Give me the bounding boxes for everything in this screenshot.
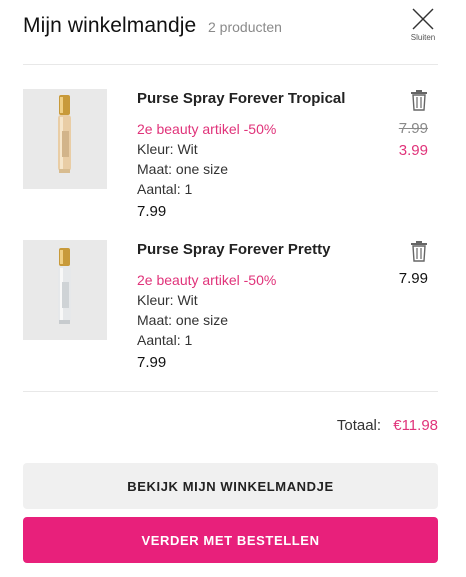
close-label: Sluiten (410, 33, 436, 42)
product-image[interactable] (23, 240, 107, 340)
product-size: Maat: one size (137, 312, 229, 328)
close-button[interactable]: Sluiten (408, 8, 438, 46)
product-quantity: Aantal: 1 (137, 332, 193, 348)
cart-title: Mijn winkelmandje (23, 14, 197, 37)
total-value: €11.98 (393, 417, 438, 434)
product-color: Kleur: Wit (137, 292, 198, 308)
product-name[interactable]: Purse Spray Forever Pretty (137, 240, 367, 260)
cart-item-count: 2 producten (208, 19, 282, 35)
view-cart-button[interactable]: BEKIJK MIJN WINKELMANDJE (23, 463, 438, 509)
item-info: Purse Spray Forever Pretty 2e beauty art… (137, 240, 367, 373)
trash-icon (411, 241, 427, 262)
remove-item-button[interactable] (410, 240, 428, 262)
product-color: Kleur: Wit (137, 141, 198, 157)
promo-text: 2e beauty artikel -50% (137, 121, 277, 137)
perfume-bottle-image (58, 248, 71, 324)
trash-icon (411, 90, 427, 111)
discounted-price: 3.99 (398, 142, 428, 159)
old-price: 7.99 (398, 120, 428, 137)
total-label: Totaal: (336, 417, 382, 434)
product-size: Maat: one size (137, 161, 229, 177)
cart-header: Mijn winkelmandje 2 producten Sluiten (23, 0, 443, 64)
promo-text: 2e beauty artikel -50% (137, 272, 277, 288)
product-price: 7.99 (137, 354, 167, 371)
product-image[interactable] (23, 89, 107, 189)
product-name[interactable]: Purse Spray Forever Tropical (137, 89, 367, 109)
item-info: Purse Spray Forever Tropical 2e beauty a… (137, 89, 367, 222)
remove-item-button[interactable] (410, 89, 428, 111)
divider (23, 64, 438, 65)
cart-total: Totaal: €11.98 (337, 417, 438, 434)
cart-item: Purse Spray Forever Pretty 2e beauty art… (23, 240, 438, 371)
checkout-button[interactable]: VERDER MET BESTELLEN (23, 517, 438, 563)
product-quantity: Aantal: 1 (137, 181, 193, 197)
perfume-bottle-image (58, 95, 71, 173)
cart-item: Purse Spray Forever Tropical 2e beauty a… (23, 89, 438, 220)
close-icon (412, 8, 434, 30)
line-price: 7.99 (398, 270, 428, 287)
product-price: 7.99 (137, 203, 167, 220)
divider (23, 391, 438, 392)
